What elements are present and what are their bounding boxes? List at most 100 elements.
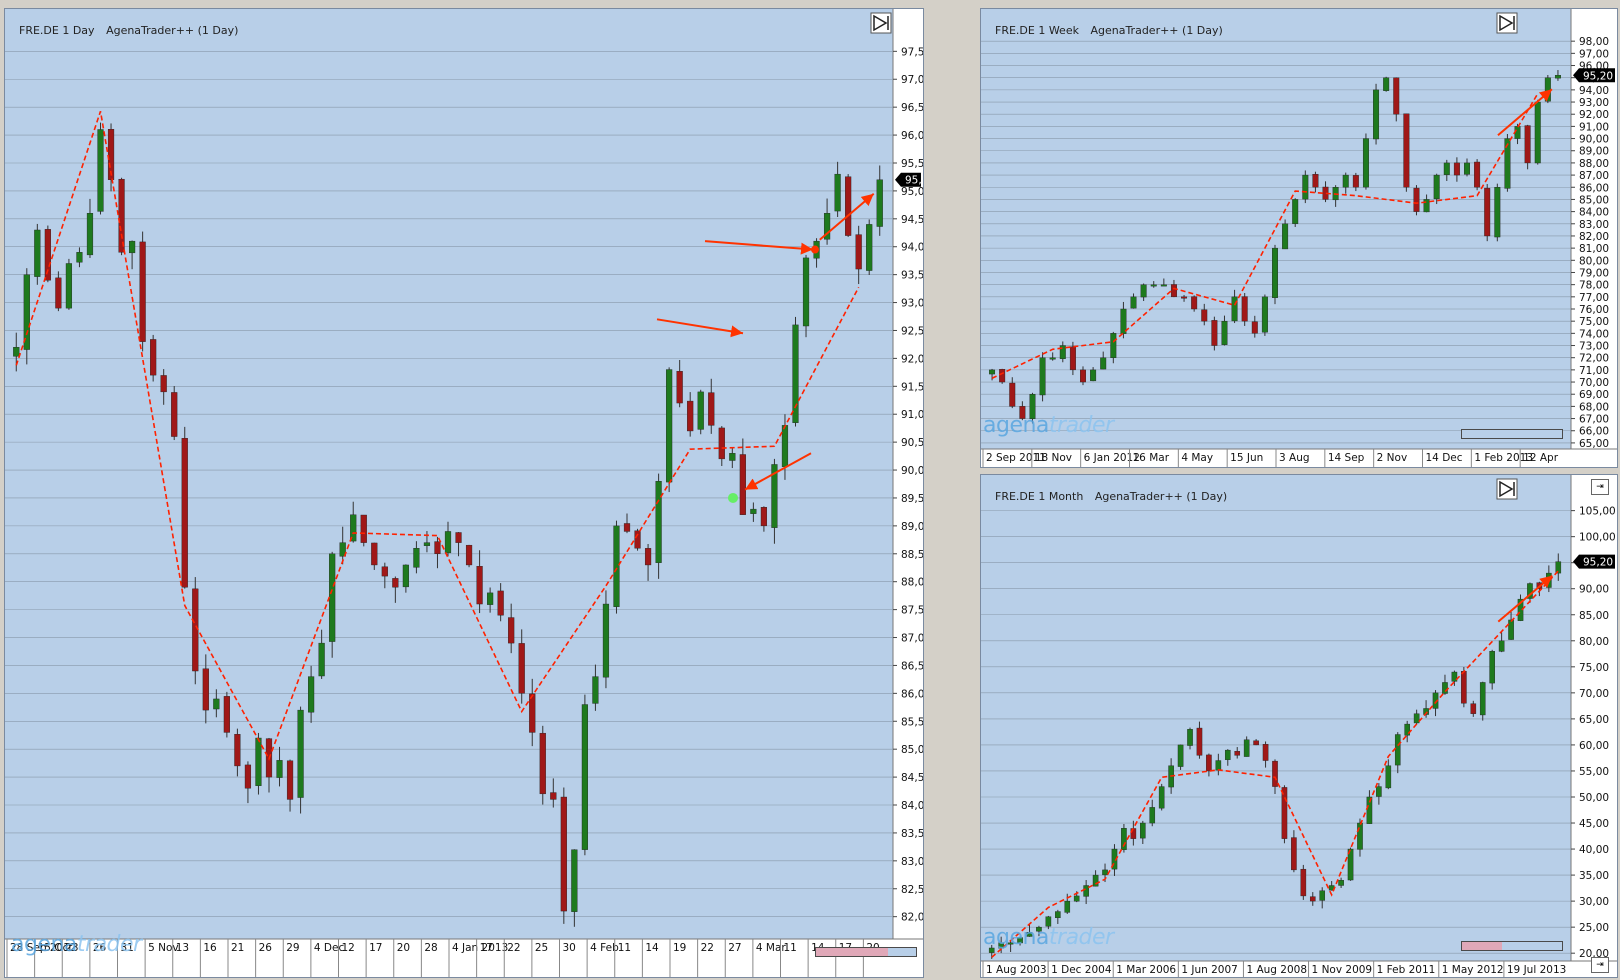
daily-candle-body: [213, 698, 220, 710]
weekly-candle-body: [1009, 382, 1016, 407]
weekly-candle-body: [1352, 175, 1359, 188]
daily-candle-body: [34, 229, 41, 277]
weekly-y-tick-label: 93,00: [1579, 97, 1609, 109]
monthly-candle-body: [1149, 807, 1156, 824]
daily-candle-body: [139, 241, 146, 342]
weekly-candle-body: [1191, 296, 1198, 310]
monthly-y-tick-label: 90,00: [1579, 584, 1609, 596]
daily-candle-body: [244, 764, 252, 789]
monthly-candle-body: [1281, 787, 1288, 839]
daily-y-tick-label: 86,00: [901, 688, 923, 700]
monthly-candle-body: [1177, 744, 1184, 767]
daily-y-tick-label: 88,00: [901, 577, 923, 589]
monthly-candle-body: [1555, 561, 1562, 574]
weekly-y-tick-label: 78,00: [1579, 280, 1609, 292]
daily-candle-body: [876, 179, 883, 227]
weekly-candle-body: [1383, 77, 1390, 91]
daily-x-tick-label: 21: [231, 942, 244, 954]
daily-y-tick-label: 94,00: [901, 242, 923, 254]
weekly-candle-body: [1231, 296, 1238, 322]
weekly-scroll-indicator[interactable]: [1461, 429, 1563, 439]
monthly-chart-svg[interactable]: 20,0025,0030,0035,0040,0045,0050,0055,00…: [981, 475, 1617, 977]
daily-candle-body: [644, 548, 652, 566]
daily-y-tick-label: 87,50: [901, 605, 923, 617]
weekly-y-tick-label: 72,00: [1579, 353, 1609, 365]
weekly-chart-panel[interactable]: 65,00 66,00 67,00 68,00 69,00 70,00 71,00 72,00…: [980, 8, 1618, 468]
daily-candle-body: [223, 696, 230, 733]
daily-candle-body: [360, 514, 367, 543]
monthly-candle-body: [1291, 837, 1297, 871]
daily-scroll-indicator[interactable]: [815, 947, 917, 957]
monthly-candle-body: [1272, 760, 1278, 787]
monthly-y-tick-label: 85,00: [1579, 610, 1609, 622]
daily-chart-panel[interactable]: 82,00 82,50 83,00 83,50 84,00 84,50 85,00 85,50…: [4, 8, 924, 978]
monthly-candle-body: [1253, 740, 1259, 746]
monthly-x-tick-label: 1 Aug 2008: [1246, 964, 1307, 976]
daily-x-tick-label: 4 Dec: [314, 942, 345, 954]
weekly-candle-body: [1342, 174, 1349, 188]
daily-candle-body: [539, 732, 546, 795]
daily-x-tick-label: 27: [728, 942, 741, 954]
daily-x-tick-label: 29: [286, 942, 299, 954]
monthly-play-icon[interactable]: [1496, 478, 1518, 500]
daily-candle-body: [739, 454, 746, 515]
weekly-x-tick-label: 2 Nov: [1377, 452, 1408, 464]
weekly-candle-body: [1201, 309, 1208, 322]
monthly-pin-button[interactable]: ⇥: [1591, 479, 1609, 495]
weekly-y-tick-label: 69,00: [1579, 389, 1609, 401]
daily-chart-svg[interactable]: 82,00 82,50 83,00 83,50 84,00 84,50 85,00 85,50…: [5, 9, 923, 977]
daily-chart-title: FRE.DE 1 Day AgenaTrader++ (1 Day): [19, 24, 246, 37]
monthly-candle-body: [1319, 890, 1326, 901]
daily-candle-body: [465, 544, 473, 566]
monthly-chart-panel[interactable]: 20,00 25,00 30,00 35,00 40,00 45,00 50,00 55,00…: [980, 474, 1618, 978]
monthly-candle-body: [1442, 682, 1448, 694]
daily-y-tick-label: 94,50: [901, 214, 923, 226]
weekly-x-tick-label: 4 May: [1181, 452, 1213, 464]
weekly-x-tick-label: 3 Aug: [1279, 452, 1310, 464]
daily-candle-body: [171, 392, 178, 437]
weekly-play-icon[interactable]: [1496, 12, 1518, 34]
daily-candle-body: [413, 548, 420, 568]
weekly-x-tick-label: 6 Jan 2012: [1084, 452, 1140, 464]
daily-x-tick-label: 20: [397, 942, 410, 954]
weekly-candle-body: [1039, 357, 1046, 396]
weekly-candle-body: [1080, 369, 1086, 383]
weekly-candle-body: [1261, 296, 1268, 333]
monthly-x-tick-label: 1 Mar 2006: [1116, 964, 1176, 976]
daily-play-icon[interactable]: [870, 12, 892, 34]
daily-agena-logo: agenatrader: [11, 932, 142, 957]
daily-candle-body: [718, 427, 725, 460]
daily-y-tick-label: 83,00: [901, 856, 923, 868]
monthly-candle-body: [1338, 880, 1344, 886]
daily-y-tick-label: 93,50: [901, 270, 923, 282]
weekly-y-tick-label: 82,00: [1579, 231, 1609, 243]
daily-y-tick-label: 85,00: [901, 744, 923, 756]
weekly-y-tick-label: 76,00: [1579, 304, 1609, 316]
weekly-x-tick-label: 14 Sep: [1328, 452, 1365, 464]
weekly-candle-body: [1272, 247, 1278, 298]
weekly-y-tick-label: 74,00: [1579, 328, 1609, 340]
weekly-last-price-tag: 95,20: [1573, 68, 1615, 83]
weekly-symbol-label: FRE.DE 1 Week: [995, 24, 1079, 37]
monthly-pin-button-bottom[interactable]: ⇥: [1591, 957, 1609, 973]
daily-candle-body: [760, 507, 767, 527]
weekly-y-tick-label: 70,00: [1579, 377, 1609, 389]
weekly-y-tick-label: 65,00: [1579, 438, 1609, 450]
monthly-candle-body: [1470, 703, 1477, 714]
monthly-x-tick-label: 1 Aug 2003: [986, 964, 1047, 976]
daily-candle-body: [255, 737, 262, 786]
weekly-x-axis: 2 Sep 201118 Nov 6 Jan 201216 Mar 4 May 15 …: [981, 448, 1617, 467]
daily-signal-marker: [728, 492, 738, 503]
daily-y-tick-label: 84,50: [901, 772, 923, 784]
weekly-chart-svg[interactable]: 65,0066,0067,0068,0069,0070,0071,0072,00…: [981, 9, 1617, 467]
weekly-x-tick-label: 12 Apr: [1523, 452, 1559, 464]
monthly-y-tick-label: 45,00: [1579, 818, 1609, 830]
monthly-last-price-tag: 95,20: [1573, 554, 1615, 569]
daily-candle-body: [86, 213, 94, 256]
monthly-scroll-indicator[interactable]: [1461, 941, 1563, 951]
weekly-candle-body: [1049, 357, 1056, 360]
daily-candle-body: [708, 392, 715, 426]
daily-x-tick-label: 22: [507, 942, 520, 954]
daily-candle-body: [202, 668, 209, 711]
monthly-y-tick-label: 55,00: [1579, 766, 1609, 778]
